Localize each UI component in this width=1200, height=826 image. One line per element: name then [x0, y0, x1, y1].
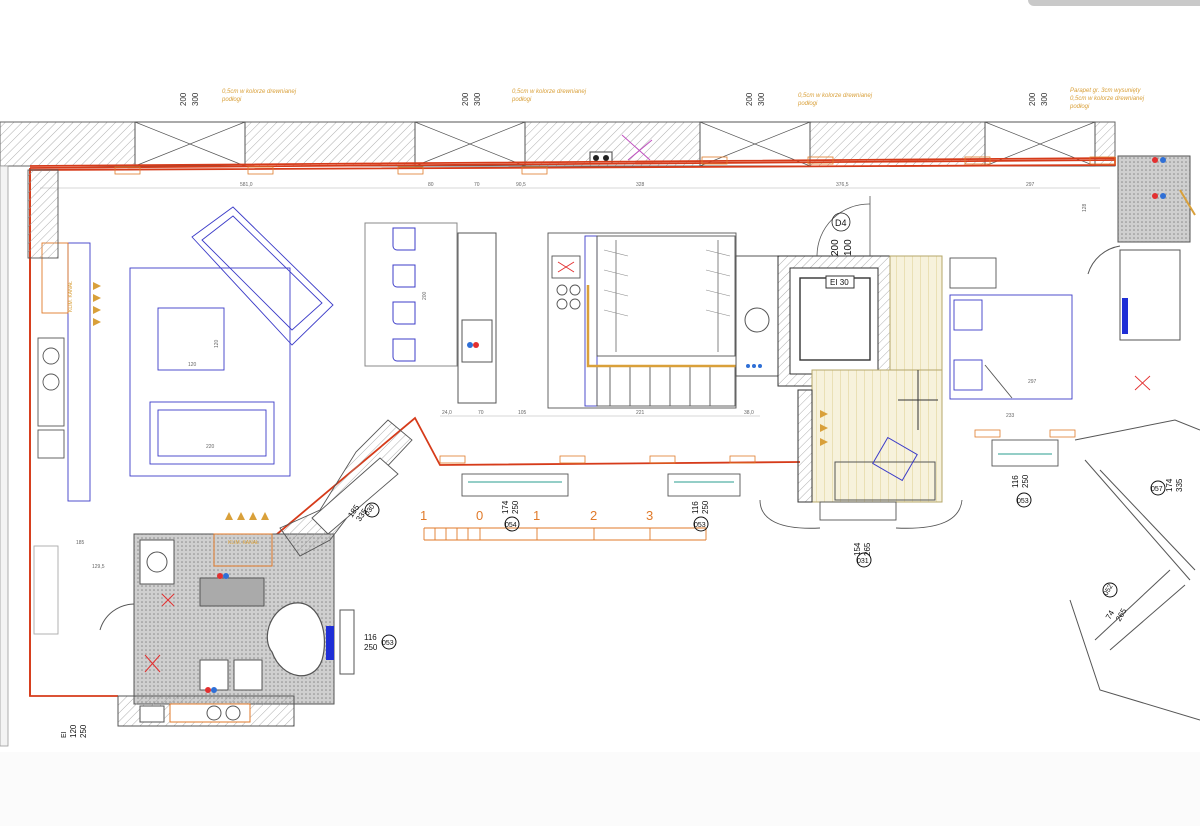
- dim-top-5: 328: [636, 182, 645, 188]
- tag-ei-h: 250: [79, 724, 88, 738]
- height-b-4: 300: [1040, 92, 1049, 106]
- height-a-2: 200: [461, 92, 470, 106]
- tag-030-code: 030: [364, 503, 376, 517]
- dim-mid-4: 221: [636, 410, 645, 416]
- vent-label-1: KLIM. KANAŁ: [68, 281, 74, 312]
- scale-label-5: 3: [646, 508, 653, 523]
- east-bathroom: [1087, 155, 1196, 341]
- window-tag-053-a: 116 250 053: [691, 500, 710, 532]
- dim-top-6: 376,5: [836, 182, 849, 188]
- tag-053c-h: 250: [1021, 474, 1030, 488]
- tag-057-code: 057: [1151, 486, 1163, 493]
- entrance-bathroom: [99, 533, 355, 727]
- dim-room-2: 220: [206, 444, 215, 450]
- south-windows: [461, 439, 1059, 529]
- wall-note-9: podłogi: [1069, 104, 1090, 110]
- tag-053b-w: 116: [364, 633, 377, 642]
- height-b-2: 300: [473, 92, 482, 106]
- wall-note-5: 0,5cm w kolorze drewnianej: [798, 93, 873, 99]
- viewer-scroll-handle[interactable]: [1028, 0, 1200, 6]
- tag-053b-h: 250: [364, 643, 378, 652]
- exterior-wall-west: [0, 165, 9, 747]
- height-b-3: 300: [757, 92, 766, 106]
- dim-room-4: 200: [422, 291, 428, 300]
- wall-note-1: 0,5cm w kolorze drewnianej: [222, 89, 297, 95]
- tag-057-h: 335: [1175, 478, 1184, 492]
- lift-shaft: [735, 255, 891, 387]
- dim-room-6: 129,5: [92, 564, 105, 570]
- sill-markers: [114, 156, 1116, 464]
- fire-rating-label: EI 30: [830, 278, 849, 287]
- dim-room-1: 120: [188, 362, 197, 368]
- wall-note-3: 0,5cm w kolorze drewnianej: [512, 89, 587, 95]
- kitchen-island: [364, 222, 497, 404]
- height-a-3: 200: [745, 92, 754, 106]
- window-tag-054: 174 250 054: [501, 500, 520, 532]
- dim-mid-5: 38,0: [744, 410, 754, 416]
- door-id: D4: [835, 218, 847, 228]
- window-tag-052: 74 265 052: [1102, 582, 1129, 623]
- window-tag-053-b: 116 250 053: [364, 633, 397, 652]
- tag-053a-w: 116: [691, 501, 700, 514]
- dim-room-9: 128: [1082, 203, 1088, 212]
- scale-label-1: 1: [420, 508, 427, 523]
- dim-mid-1: 24,0: [442, 410, 452, 416]
- kitchen-and-wardrobe: [547, 232, 737, 409]
- height-b-1: 300: [191, 92, 200, 106]
- southeast-walls: [1069, 419, 1200, 721]
- tag-053b-code: 053: [382, 640, 394, 647]
- tag-057-w: 174: [1165, 478, 1174, 492]
- wall-note-6: podłogi: [797, 101, 818, 107]
- window-tag-057: 174 335 057: [1150, 478, 1184, 496]
- drawing-sheet: 0,5cm w kolorze drewnianej podłogi 0,5cm…: [0, 0, 1200, 826]
- dim-room-3: 120: [214, 339, 220, 348]
- scale-bar-graphic: [423, 527, 707, 541]
- entry-window-angled: [279, 419, 413, 557]
- wall-note-4: podłogi: [511, 97, 532, 103]
- dim-top-7: 297: [1026, 182, 1035, 188]
- living-room-furniture: [41, 206, 334, 502]
- wall-note-2: podłogi: [221, 97, 242, 103]
- tag-ei-code: EI: [61, 731, 68, 738]
- page-bottom-margin: [0, 752, 1200, 826]
- dim-room-7: 297: [1028, 379, 1037, 385]
- wall-notes: 0,5cm w kolorze drewnianej podłogi 0,5cm…: [221, 88, 1145, 110]
- tag-054-w: 174: [501, 500, 510, 514]
- dim-top-3: 70: [474, 182, 480, 188]
- vent-label-2: KLIM. KANAŁ: [228, 540, 259, 546]
- scale-bar-labels: 1 0 1 2 3: [420, 508, 653, 523]
- scale-label-2: 0: [476, 508, 483, 523]
- dim-top-2: 80: [428, 182, 434, 188]
- dim-mid-3: 105: [518, 410, 527, 416]
- tag-053a-code: 053: [694, 522, 706, 529]
- door-height-1: 200: [830, 239, 841, 256]
- height-a-4: 200: [1028, 92, 1037, 106]
- window-tag-ei: 120 250 EI: [61, 724, 88, 738]
- west-cabinets: [27, 169, 65, 635]
- tag-054-code: 054: [505, 522, 517, 529]
- tag-053c-code: 053: [1017, 498, 1029, 505]
- dim-room-5: 185: [76, 540, 85, 546]
- window-tag-053-c: 116 250 053: [1011, 474, 1032, 508]
- tag-053c-w: 116: [1011, 475, 1020, 488]
- dim-top-1: 581,0: [240, 182, 253, 188]
- height-a-1: 200: [179, 92, 188, 106]
- dim-room-8: 233: [1006, 413, 1015, 419]
- wall-note-8: 0,5cm w kolorze drewnianej: [1070, 96, 1145, 102]
- window-head-heights: 200 300 200 300 200 300 200 300: [179, 92, 1049, 106]
- tag-ei-w: 120: [69, 724, 78, 738]
- dim-top-4: 90,5: [516, 182, 526, 188]
- scale-label-3: 1: [533, 508, 540, 523]
- wall-note-7: Parapet gr. 3cm wysunięty: [1070, 88, 1141, 94]
- tag-054-h: 250: [511, 500, 520, 514]
- window-tag-031: 154 265 031: [853, 542, 872, 568]
- scale-label-4: 2: [590, 508, 597, 523]
- door-height-2: 100: [843, 239, 854, 256]
- dim-mid-2: 70: [478, 410, 484, 416]
- floor-plan: 0,5cm w kolorze drewnianej podłogi 0,5cm…: [0, 88, 1200, 747]
- tag-053a-h: 250: [701, 500, 710, 514]
- tag-031-code: 031: [857, 558, 869, 565]
- tag-052-h: 265: [1114, 606, 1129, 623]
- window-tag-030: 185 335 030: [346, 502, 380, 523]
